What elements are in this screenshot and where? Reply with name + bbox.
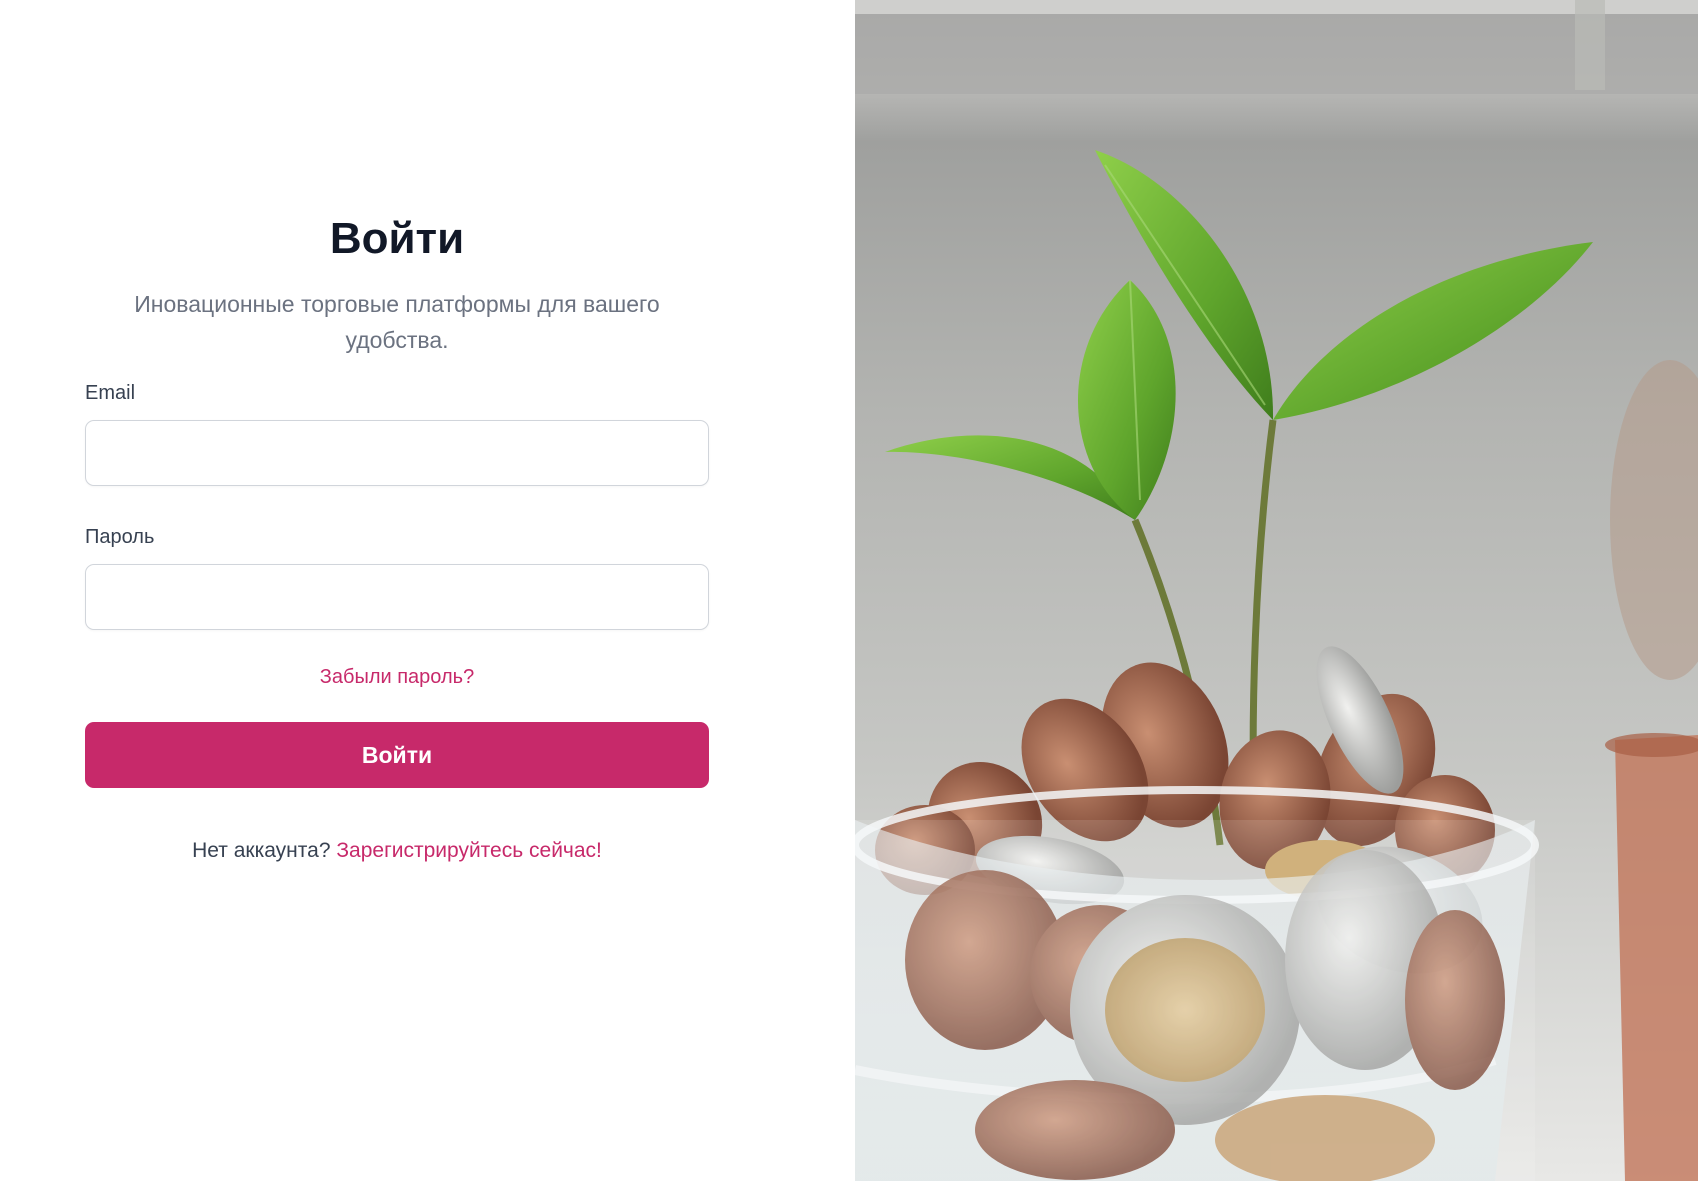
forgot-password-link[interactable]: Забыли пароль? bbox=[320, 666, 474, 688]
login-panel: Войти Иновационные торговые платформы дл… bbox=[0, 0, 855, 1181]
register-row: Нет аккаунта? Зарегистрируйтесь сейчас! bbox=[85, 838, 709, 864]
login-page: Войти Иновационные торговые платформы дл… bbox=[0, 0, 1698, 1181]
password-field[interactable] bbox=[85, 564, 709, 630]
register-link[interactable]: Зарегистрируйтесь сейчас! bbox=[336, 839, 602, 862]
password-label: Пароль bbox=[85, 526, 155, 548]
page-subtitle: Иновационные торговые платформы для ваше… bbox=[134, 291, 660, 353]
login-form: Войти Иновационные торговые платформы дл… bbox=[85, 210, 709, 864]
forgot-password-row: Забыли пароль? bbox=[85, 664, 709, 690]
email-label: Email bbox=[85, 382, 136, 404]
page-title: Войти bbox=[329, 214, 465, 263]
plant-in-coin-jar-photo bbox=[855, 0, 1698, 1181]
login-button[interactable]: Войти bbox=[85, 722, 709, 788]
register-prompt: Нет аккаунта? bbox=[192, 839, 331, 862]
email-field[interactable] bbox=[85, 420, 709, 486]
hero-image bbox=[855, 0, 1698, 1181]
